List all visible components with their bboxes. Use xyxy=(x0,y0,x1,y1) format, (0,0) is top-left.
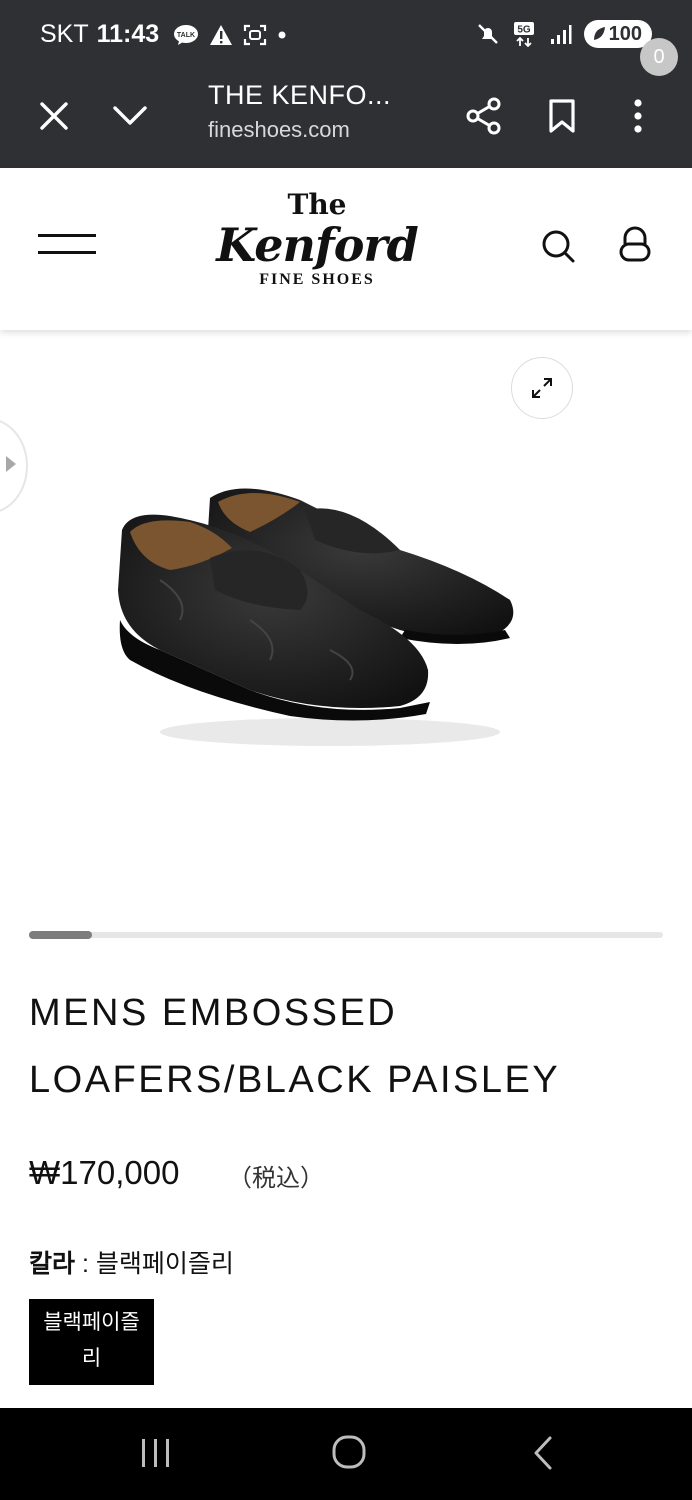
page-url: fineshoes.com xyxy=(208,117,350,142)
battery-level: 100 xyxy=(608,22,642,45)
edge-arrow-icon xyxy=(6,456,16,472)
screen: SKT 11:43 TALK 5G 100 THE KENFO... fines… xyxy=(0,0,692,1500)
recent-apps-icon xyxy=(142,1439,169,1467)
notification-icons: TALK xyxy=(173,24,287,46)
bookmark-button[interactable] xyxy=(538,92,586,140)
carrier-label: SKT xyxy=(40,20,89,48)
more-menu-button[interactable] xyxy=(614,92,662,140)
menu-button[interactable] xyxy=(38,234,96,258)
product-gallery[interactable] xyxy=(0,330,692,939)
swatch-label: 블랙페이즐 리 xyxy=(43,1311,140,1370)
chevron-down-icon xyxy=(113,106,147,125)
kakaotalk-icon: TALK xyxy=(174,24,199,45)
navigation-bar xyxy=(0,1408,692,1500)
battery-indicator: 100 xyxy=(583,20,652,48)
battery-saver-icon xyxy=(593,27,605,40)
product-price: ₩170,000 xyxy=(29,1154,180,1191)
screenshot-icon xyxy=(244,24,267,45)
cart-button[interactable] xyxy=(612,224,658,268)
menu-icon-bar xyxy=(38,251,96,254)
gallery-progress-indicator xyxy=(29,931,92,939)
color-value: 블랙페이즐리 xyxy=(95,1250,234,1278)
logo-the: The xyxy=(287,188,347,221)
color-swatch-button[interactable]: 블랙페이즐 리 xyxy=(29,1299,154,1385)
page-title: THE KENFO... xyxy=(208,80,392,110)
search-button[interactable] xyxy=(538,226,578,266)
expand-icon xyxy=(532,378,552,398)
menu-icon xyxy=(38,234,96,237)
talk-icon-text: TALK xyxy=(177,32,195,39)
gallery-progress-track xyxy=(29,932,663,938)
status-left: SKT 11:43 TALK xyxy=(40,20,287,49)
home-button[interactable] xyxy=(327,1434,371,1474)
cart-count-badge: 0 xyxy=(640,38,678,76)
zoom-button[interactable] xyxy=(511,357,573,419)
dot-icon xyxy=(278,31,286,38)
collapse-button[interactable] xyxy=(106,92,154,140)
color-option-row: 칼라 : 블랙페이즐리 xyxy=(29,1244,234,1280)
bookmark-icon xyxy=(549,99,575,133)
mute-icon xyxy=(477,24,498,44)
warning-icon xyxy=(210,24,233,45)
clock: 11:43 xyxy=(96,20,160,48)
browser-toolbar: THE KENFO... fineshoes.com xyxy=(0,70,692,168)
product-title: MENS EMBOSSED LOAFERS/BLACK PAISLEY xyxy=(29,992,561,1101)
share-button[interactable] xyxy=(460,92,508,140)
network-label: 5G xyxy=(517,25,531,36)
back-button[interactable] xyxy=(522,1434,566,1474)
more-vert-icon xyxy=(634,99,642,133)
tax-note: （税込） xyxy=(228,1164,324,1192)
network-5g-icon: 5G xyxy=(513,22,534,47)
product-image[interactable] xyxy=(100,470,530,760)
logo-name: Kenford xyxy=(216,218,419,272)
close-tab-button[interactable] xyxy=(30,92,78,140)
color-label: 칼라 xyxy=(29,1250,76,1278)
logo-subtitle: FINE SHOES xyxy=(259,271,375,288)
close-icon xyxy=(40,102,68,130)
page-info[interactable]: THE KENFO... fineshoes.com xyxy=(208,80,448,143)
share-icon xyxy=(466,97,501,135)
home-icon xyxy=(332,1435,366,1469)
status-bar: SKT 11:43 TALK 5G 100 xyxy=(0,0,692,70)
recent-apps-button[interactable] xyxy=(134,1434,178,1474)
signal-icon xyxy=(550,25,572,44)
search-icon xyxy=(542,230,575,263)
back-icon xyxy=(534,1436,552,1470)
status-right: 5G 100 xyxy=(476,20,652,48)
bag-icon xyxy=(619,226,651,262)
site-header: The Kenford FINE SHOES xyxy=(0,168,692,330)
site-logo[interactable]: The Kenford FINE SHOES xyxy=(210,190,424,300)
color-separator: : xyxy=(75,1250,96,1278)
